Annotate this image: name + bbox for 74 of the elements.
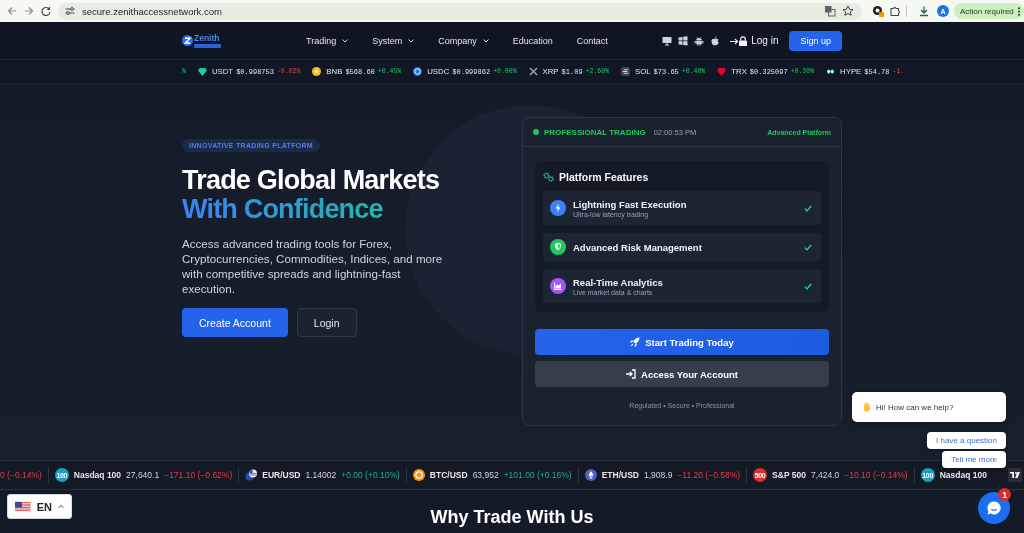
market-symbol: Nasdaq 100	[73, 470, 122, 480]
nav-link[interactable]: Company	[438, 35, 489, 46]
site-settings-icon[interactable]	[64, 5, 76, 17]
back-icon[interactable]	[6, 5, 18, 17]
market-symbol: EUR/USD	[262, 470, 301, 480]
puzzle-icon[interactable]	[889, 5, 901, 17]
market-price: 1,908.9	[644, 470, 673, 480]
download-icon[interactable]	[918, 5, 930, 17]
quick-reply-button[interactable]: Tell me more	[942, 451, 1006, 468]
status-dot-icon	[533, 129, 539, 135]
robot-icon[interactable]	[694, 35, 705, 46]
chat-icon	[986, 500, 1002, 516]
apple-icon[interactable]	[710, 35, 721, 46]
monitor-icon[interactable]	[662, 35, 673, 46]
language-selector[interactable]: EN	[7, 494, 72, 519]
logo-icon[interactable]	[182, 35, 193, 46]
hero-description: Access advanced trading tools for Forex, Cryptocurrencies, Commodities, Indices, and more with competitive spreads and lightning-fast execution.	[182, 236, 444, 296]
feature-title: Real-Time Analytics	[573, 276, 663, 288]
brand-name[interactable]: Zenith	[194, 33, 221, 43]
hero-title: Trade Global Markets	[182, 166, 441, 195]
logo-icon[interactable]	[1008, 468, 1022, 482]
action-required-button[interactable]: Action required	[954, 3, 1024, 19]
address-bar[interactable]: secure.zenithaccessnetwork.com	[58, 2, 862, 20]
market-change: +0.00 (+0.10%)	[341, 470, 400, 480]
logo-stripe-icon	[194, 43, 221, 48]
four-panes-icon[interactable]	[678, 35, 689, 46]
market-change: +101.00 (+0.16%)	[503, 470, 572, 480]
market-symbol: BTC/USD	[429, 470, 468, 480]
market-symbol: S&P 500	[772, 470, 806, 480]
extension-icon[interactable]	[872, 5, 884, 17]
chat-button[interactable]	[978, 492, 1010, 524]
feature-title: Lightning Fast Execution	[573, 198, 687, 210]
translate-icon[interactable]	[824, 5, 836, 17]
start-trading-button[interactable]: Start Trading Today	[535, 329, 829, 355]
login-link[interactable]: Log in	[730, 35, 779, 46]
market-price: 7,424.0	[810, 470, 840, 480]
login-icon	[730, 35, 750, 46]
market-change: −171.10 (−0.62%)	[164, 470, 233, 480]
status-label: PROFESSIONAL TRADING	[544, 127, 646, 137]
signup-button[interactable]: Sign up	[789, 30, 842, 51]
gears-icon	[543, 172, 554, 182]
feature-title: Advanced Risk Management	[573, 241, 702, 253]
chat-greeting: Hi! How can we help?	[876, 402, 954, 412]
nav-link[interactable]: System	[372, 35, 415, 46]
coin-icon	[412, 469, 425, 481]
market-change: −10.10 (−0.14%)	[844, 470, 908, 480]
quick-reply-button[interactable]: I have a question	[927, 432, 1006, 449]
features-title: Platform Features	[559, 171, 649, 183]
create-account-button[interactable]: Create Account	[182, 308, 288, 337]
url-text: secure.zenithaccessnetwork.com	[82, 5, 222, 17]
nav-link[interactable]: Education	[512, 35, 553, 46]
market-price: 1.14002	[305, 470, 337, 480]
nav-link[interactable]: Trading	[306, 35, 349, 46]
sign-in-icon	[626, 369, 636, 379]
login-button[interactable]: Login	[296, 308, 357, 337]
market-price: 27,640.1	[126, 470, 160, 480]
flag-icon	[15, 500, 31, 513]
market-price: 63,952	[472, 470, 499, 480]
more-icon	[1015, 6, 1022, 16]
flags-icon	[245, 469, 258, 481]
forward-icon[interactable]	[23, 5, 35, 17]
star-icon[interactable]	[842, 5, 854, 17]
access-account-button[interactable]: Access Your Account	[535, 361, 829, 387]
market-change: −11.20 (−0.58%)	[677, 470, 741, 480]
nav-link[interactable]: Contact	[576, 35, 608, 46]
market-change: 0 (−0.14%)	[0, 470, 42, 480]
caret-up-icon	[57, 504, 64, 509]
waving-hand-icon	[862, 402, 872, 412]
rocket-icon	[630, 337, 641, 347]
diamond-coin-icon	[584, 469, 597, 481]
market-symbol: ETH/USD	[601, 470, 639, 480]
section-title: Why Trade With Us	[430, 506, 594, 529]
reload-icon[interactable]	[40, 5, 52, 17]
market-symbol: Nasdaq 100	[939, 470, 987, 480]
